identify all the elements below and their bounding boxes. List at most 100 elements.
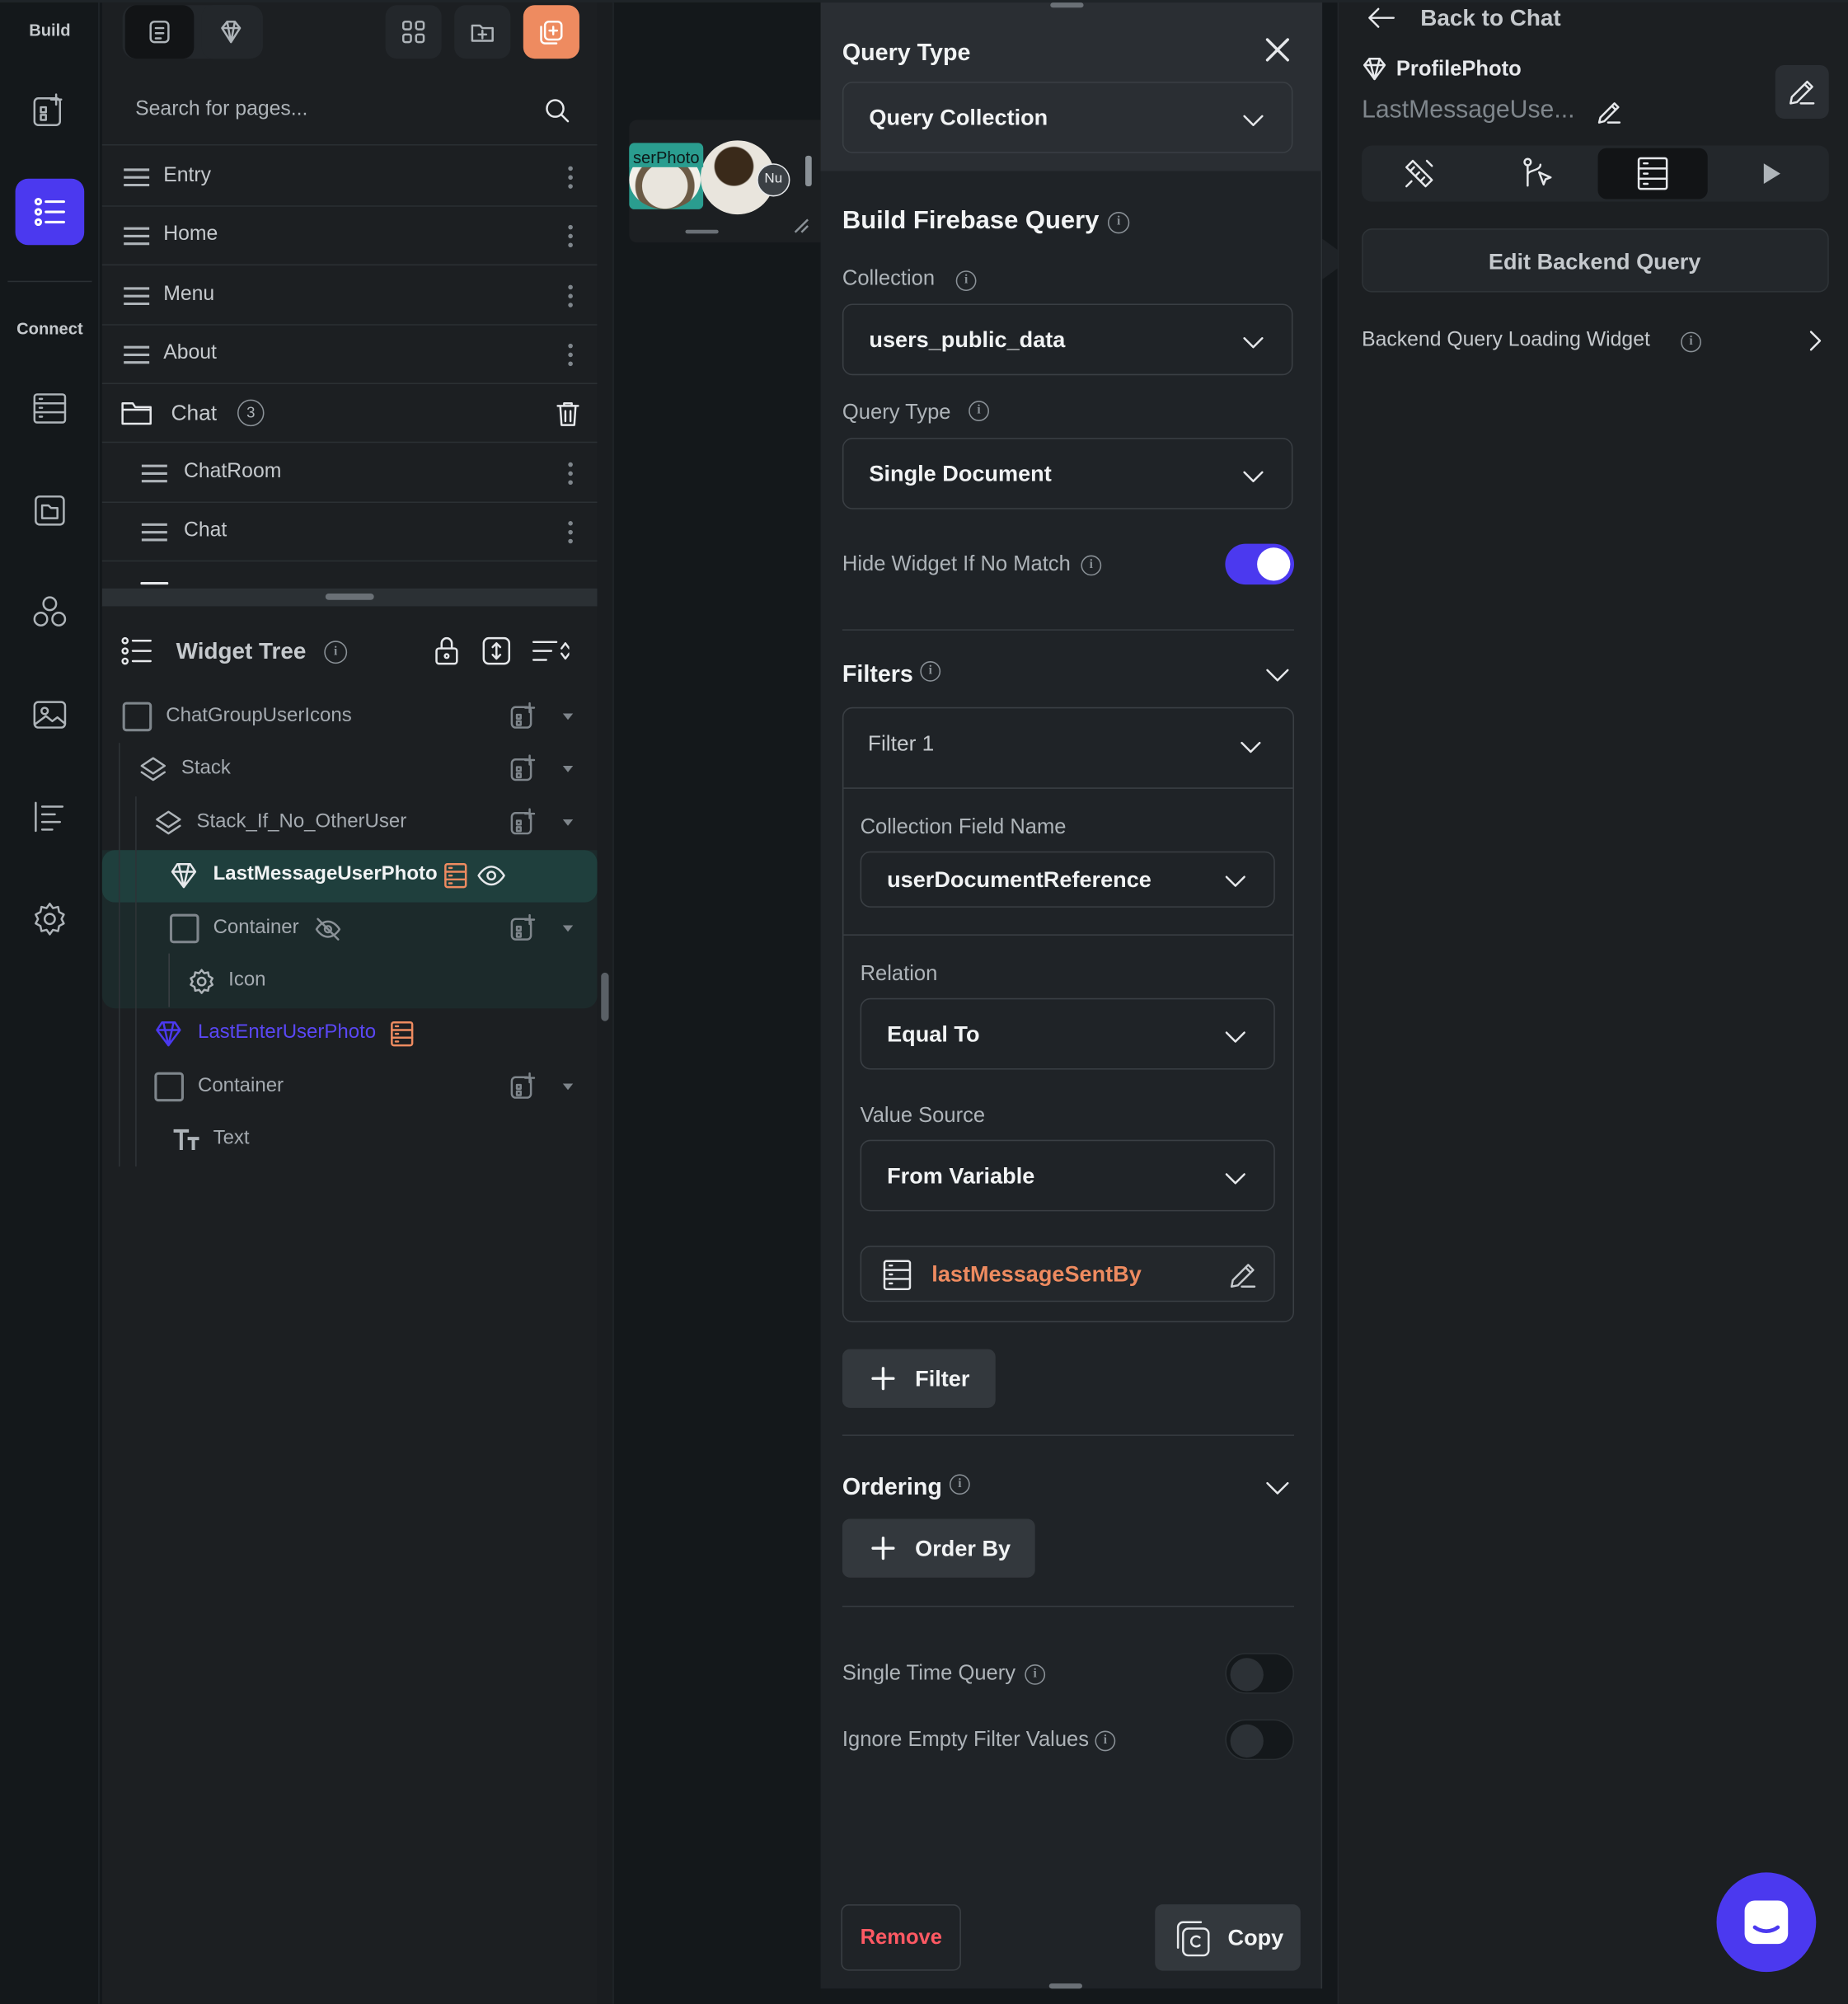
chevron-down-icon[interactable] bbox=[1238, 734, 1264, 759]
page-search[interactable]: Search for pages... bbox=[101, 77, 598, 146]
tab-properties[interactable] bbox=[1378, 148, 1460, 199]
add-child-icon[interactable] bbox=[509, 702, 537, 730]
more-icon[interactable] bbox=[566, 165, 574, 190]
filter-1-label[interactable]: Filter 1 bbox=[868, 731, 934, 757]
tab-actions[interactable] bbox=[1496, 148, 1578, 199]
info-icon[interactable]: i bbox=[1025, 1664, 1046, 1685]
add-child-icon[interactable] bbox=[509, 808, 537, 836]
more-icon[interactable] bbox=[566, 519, 574, 545]
scrollbar-thumb[interactable] bbox=[601, 972, 609, 1021]
edit-icon[interactable] bbox=[1595, 98, 1623, 126]
trash-icon[interactable] bbox=[554, 400, 582, 428]
info-icon[interactable]: i bbox=[920, 661, 941, 682]
page-item-chat[interactable]: Chat bbox=[101, 503, 598, 562]
tree-item-container[interactable]: Container bbox=[102, 903, 598, 955]
tree-item-chatgroupusericons[interactable]: ChatGroupUserIcons bbox=[102, 691, 598, 743]
back-to-chat-link[interactable]: Back to Chat bbox=[1420, 5, 1560, 32]
info-icon[interactable]: i bbox=[955, 270, 977, 292]
caret-down-icon[interactable] bbox=[562, 1083, 574, 1091]
chat-support-button[interactable] bbox=[1716, 1872, 1817, 1973]
caret-down-icon[interactable] bbox=[562, 925, 574, 932]
tree-item-lastmessageuserphoto[interactable]: LastMessageUserPhoto bbox=[102, 849, 598, 901]
order-by-button[interactable]: Order By bbox=[842, 1518, 1035, 1578]
tree-item-container-2[interactable]: Container bbox=[102, 1061, 598, 1113]
tab-backend-query[interactable] bbox=[1597, 148, 1708, 199]
lock-icon[interactable] bbox=[431, 635, 462, 668]
sort-options-icon[interactable] bbox=[531, 637, 570, 665]
info-icon[interactable]: i bbox=[324, 641, 348, 664]
page-item-menu[interactable]: Menu bbox=[101, 266, 598, 326]
info-icon[interactable]: i bbox=[969, 401, 989, 421]
storage-icon[interactable] bbox=[21, 482, 77, 538]
chevron-down-icon[interactable] bbox=[1264, 663, 1292, 688]
more-icon[interactable] bbox=[566, 284, 574, 309]
info-icon[interactable]: i bbox=[949, 1474, 970, 1495]
ignore-empty-toggle[interactable] bbox=[1225, 1719, 1295, 1761]
backend-query-icon[interactable] bbox=[442, 861, 470, 889]
more-icon[interactable] bbox=[566, 461, 574, 486]
page-item-chatroom[interactable]: ChatRoom bbox=[101, 444, 598, 504]
components-tab-icon[interactable] bbox=[201, 5, 260, 59]
drag-grip[interactable] bbox=[325, 593, 374, 600]
field-name-dropdown[interactable]: userDocumentReference bbox=[860, 851, 1275, 908]
search-icon[interactable] bbox=[544, 97, 572, 125]
add-filter-button[interactable]: Filter bbox=[842, 1349, 996, 1408]
folder-item-chat[interactable]: Chat 3 bbox=[101, 384, 598, 444]
edit-backend-query-button[interactable]: Edit Backend Query bbox=[1362, 228, 1829, 293]
chevron-right-icon[interactable] bbox=[1804, 328, 1825, 354]
layout-icon[interactable] bbox=[21, 789, 77, 845]
tree-item-icon[interactable]: Icon bbox=[102, 955, 598, 1007]
tree-item-lastenteruserphoto[interactable]: LastEnterUserPhoto bbox=[102, 1007, 598, 1059]
caret-down-icon[interactable] bbox=[562, 819, 574, 826]
panel-resize-handle[interactable] bbox=[101, 588, 598, 607]
caret-down-icon[interactable] bbox=[562, 766, 574, 772]
chevron-down-icon[interactable] bbox=[1264, 1476, 1292, 1501]
hide-widget-toggle[interactable] bbox=[1225, 543, 1295, 585]
add-page-icon[interactable] bbox=[21, 82, 77, 138]
eye-icon[interactable] bbox=[476, 861, 507, 889]
tree-item-stack[interactable]: Stack bbox=[102, 743, 598, 795]
info-icon[interactable]: i bbox=[1095, 1730, 1116, 1752]
backend-query-icon[interactable] bbox=[388, 1020, 416, 1048]
settings-icon[interactable] bbox=[21, 891, 77, 947]
single-document-dropdown[interactable]: Single Document bbox=[842, 438, 1293, 509]
add-child-icon[interactable] bbox=[509, 913, 537, 942]
resize-handle-icon[interactable] bbox=[793, 217, 811, 235]
components-icon[interactable] bbox=[21, 584, 77, 641]
close-icon[interactable] bbox=[1264, 35, 1292, 63]
widget-tree-icon[interactable] bbox=[15, 178, 85, 246]
remove-button[interactable]: Remove bbox=[841, 1904, 961, 1971]
relation-dropdown[interactable]: Equal To bbox=[860, 997, 1275, 1070]
add-folder-icon[interactable] bbox=[454, 5, 511, 59]
arrow-left-icon[interactable] bbox=[1366, 5, 1396, 31]
caret-down-icon[interactable] bbox=[562, 713, 574, 720]
rename-button[interactable] bbox=[1775, 64, 1829, 119]
page-item-entry[interactable]: Entry bbox=[101, 148, 598, 207]
add-child-icon[interactable] bbox=[509, 1072, 537, 1101]
loading-widget-label[interactable]: Backend Query Loading Widget bbox=[1362, 329, 1650, 352]
widget-preview-frame[interactable]: serPhoto Nu bbox=[629, 120, 821, 243]
collection-dropdown[interactable]: users_public_data bbox=[842, 303, 1293, 376]
page-item-home[interactable]: Home bbox=[101, 206, 598, 266]
grid-view-icon[interactable] bbox=[385, 5, 442, 59]
info-icon[interactable]: i bbox=[1107, 212, 1130, 234]
variable-field[interactable]: lastMessageSentBy bbox=[860, 1246, 1275, 1302]
tree-item-stack-if-no-otheruser[interactable]: Stack_If_No_OtherUser bbox=[102, 796, 598, 848]
panel-grip[interactable] bbox=[1050, 2, 1084, 8]
more-icon[interactable] bbox=[566, 342, 574, 368]
tab-preview[interactable] bbox=[1731, 148, 1813, 199]
eye-off-icon[interactable] bbox=[314, 915, 342, 943]
edit-icon[interactable] bbox=[1227, 1259, 1259, 1292]
info-icon[interactable]: i bbox=[1681, 331, 1701, 353]
query-type-dropdown[interactable]: Query Collection bbox=[842, 82, 1293, 153]
copy-button[interactable]: Copy bbox=[1155, 1904, 1301, 1971]
database-icon[interactable] bbox=[21, 380, 77, 436]
expand-collapse-icon[interactable] bbox=[480, 635, 513, 668]
add-page-button[interactable] bbox=[523, 5, 579, 59]
tree-item-text[interactable]: Text bbox=[102, 1113, 598, 1165]
more-icon[interactable] bbox=[566, 223, 574, 249]
page-item-about[interactable]: About bbox=[101, 325, 598, 385]
single-time-toggle[interactable] bbox=[1225, 1653, 1295, 1694]
search-input[interactable]: Search for pages... bbox=[135, 98, 307, 121]
pages-tab-icon[interactable] bbox=[124, 5, 195, 59]
